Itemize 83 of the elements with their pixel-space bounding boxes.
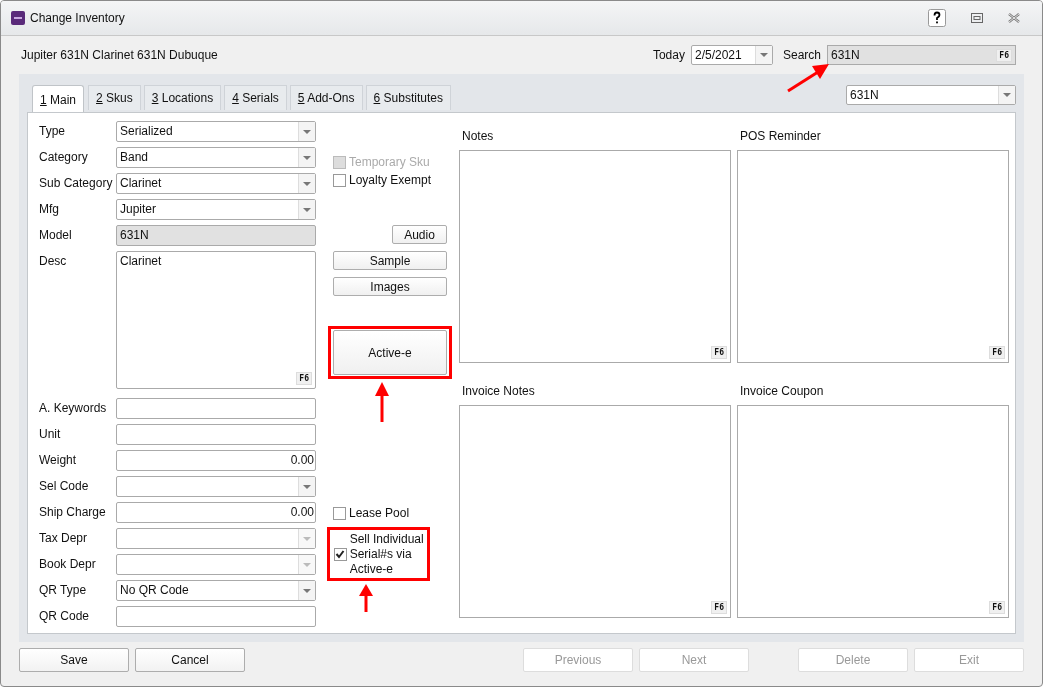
- caret-icon[interactable]: [303, 484, 311, 489]
- text-area[interactable]: Clarinet F6: [116, 251, 316, 389]
- checkbox[interactable]: [333, 173, 346, 187]
- field-label: Tax Depr: [39, 530, 89, 547]
- media-button[interactable]: Audio: [392, 225, 447, 244]
- help-icon[interactable]: [928, 9, 946, 27]
- caret-icon[interactable]: [303, 181, 311, 186]
- text-area[interactable]: F6: [737, 405, 1009, 618]
- field-label: Sel Code: [39, 478, 90, 495]
- text-area[interactable]: F6: [459, 150, 731, 363]
- field-label: Book Depr: [39, 556, 97, 573]
- search-label: Search: [782, 48, 821, 62]
- tab[interactable]: 1 Main: [32, 85, 85, 112]
- field-label: Model: [39, 227, 73, 244]
- tab[interactable]: 5 Add-Ons: [289, 85, 363, 110]
- input-field[interactable]: [116, 424, 316, 445]
- app-icon: [11, 11, 25, 25]
- memo-label: Invoice Notes: [462, 384, 536, 398]
- readonly-field: 631N: [116, 225, 316, 246]
- today-label: Today: [652, 48, 685, 62]
- tab[interactable]: 6 Substitutes: [365, 85, 451, 110]
- key-hint: F6: [711, 601, 727, 614]
- checkbox-label: Temporary Sku: [349, 155, 430, 169]
- checkbox-label: Sell Individual Serial#s via Active-e: [349, 531, 425, 577]
- media-button[interactable]: Images: [333, 277, 447, 296]
- input-field[interactable]: 0.00: [116, 502, 316, 523]
- search-field[interactable]: 631N F6: [827, 45, 1016, 65]
- media-button[interactable]: Sample: [333, 251, 447, 270]
- caret-icon[interactable]: [303, 588, 311, 593]
- window-title: Change Inventory: [30, 11, 125, 25]
- checkbox[interactable]: [334, 547, 347, 561]
- field-label: Mfg: [39, 201, 60, 218]
- key-hint: F6: [989, 601, 1005, 614]
- annotation-arrow: [786, 63, 830, 93]
- dropdown-field[interactable]: Jupiter: [116, 199, 316, 220]
- active-e-button[interactable]: Active-e: [333, 330, 447, 375]
- field-label: Unit: [39, 426, 62, 443]
- tab[interactable]: 3 Locations: [143, 85, 222, 110]
- field-label: Type: [39, 123, 66, 140]
- field-label: Category: [39, 149, 89, 166]
- field-label: QR Type: [39, 582, 88, 599]
- close-icon[interactable]: [1008, 13, 1020, 23]
- checkbox-label: Lease Pool: [349, 506, 410, 520]
- checkbox[interactable]: [333, 506, 346, 520]
- dropdown-field[interactable]: No QR Code: [116, 580, 316, 601]
- tab[interactable]: 4 Serials: [224, 85, 287, 110]
- memo-label: Notes: [462, 129, 495, 143]
- key-hint: F6: [996, 48, 1012, 62]
- input-field[interactable]: [116, 398, 316, 419]
- text-area[interactable]: F6: [459, 405, 731, 618]
- caret-icon[interactable]: [303, 207, 311, 212]
- tab[interactable]: 2 Skus: [88, 85, 141, 110]
- annotation-arrow: [375, 382, 389, 422]
- key-hint: F6: [989, 346, 1005, 359]
- field-label: Ship Charge: [39, 504, 107, 521]
- dropdown-field[interactable]: Band: [116, 147, 316, 168]
- dropdown-field[interactable]: Clarinet: [116, 173, 316, 194]
- footer-button[interactable]: Cancel: [135, 648, 245, 672]
- dropdown-field[interactable]: [116, 476, 316, 497]
- restore-icon[interactable]: [971, 13, 983, 23]
- annotation-arrow: [359, 584, 373, 612]
- caret-icon[interactable]: [759, 53, 768, 57]
- field-label: Desc: [39, 253, 68, 270]
- date-field[interactable]: 2/5/2021: [690, 45, 773, 65]
- caret-icon[interactable]: [303, 129, 311, 134]
- input-field[interactable]: 0.00: [116, 450, 316, 471]
- input-field[interactable]: [116, 606, 316, 627]
- field-label: Weight: [39, 452, 78, 469]
- key-hint: F6: [711, 346, 727, 359]
- caret-icon[interactable]: [303, 155, 311, 160]
- dropdown-field[interactable]: Serialized: [116, 121, 316, 142]
- lookup-field[interactable]: 631N: [846, 85, 1016, 105]
- field-label: QR Code: [39, 608, 91, 625]
- item-title: Jupiter 631N Clarinet 631N Dubuque: [21, 48, 218, 62]
- caret-icon[interactable]: [1003, 93, 1011, 97]
- key-hint: F6: [296, 372, 312, 385]
- text-area[interactable]: F6: [737, 150, 1009, 363]
- memo-label: Invoice Coupon: [740, 384, 825, 398]
- checkbox-label: Loyalty Exempt: [349, 173, 432, 187]
- field-label: A. Keywords: [39, 400, 108, 417]
- footer-button[interactable]: Save: [19, 648, 129, 672]
- memo-label: POS Reminder: [740, 129, 822, 143]
- field-label: Sub Category: [39, 175, 114, 192]
